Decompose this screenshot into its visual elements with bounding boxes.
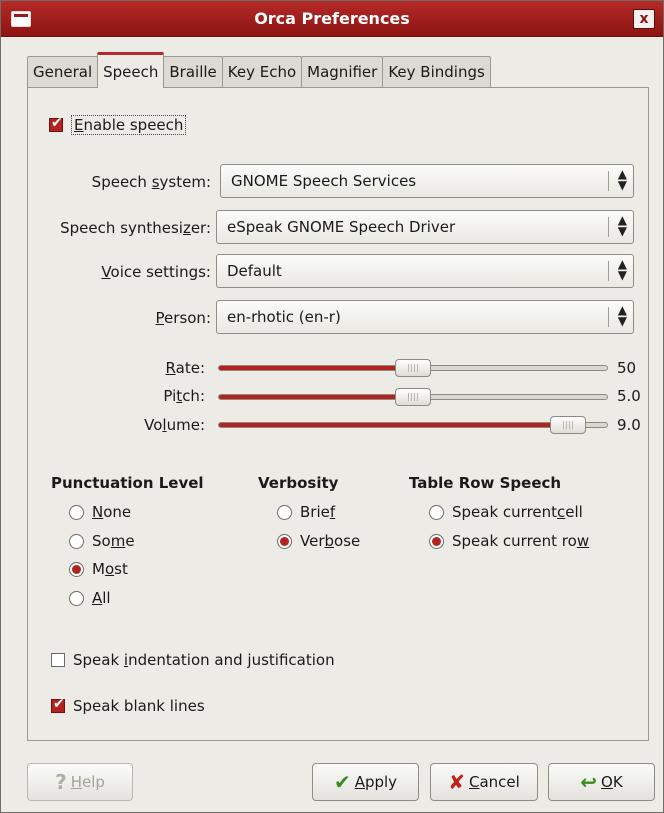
pitch-value: 5.0	[617, 387, 641, 405]
tab-key-bindings[interactable]: Key Bindings	[382, 56, 491, 88]
person-combo[interactable]: en-rhotic (en-r) ▲ ▼	[216, 300, 634, 334]
verbosity-brief-radio[interactable]: Brie f	[277, 503, 335, 521]
apply-button[interactable]: ✔ Apply	[312, 763, 419, 801]
rate-label: Rate:	[165, 359, 205, 377]
radio-indicator[interactable]	[429, 504, 444, 520]
radio-indicator[interactable]	[69, 504, 84, 520]
voice-settings-combo[interactable]: Default ▲ ▼	[216, 254, 634, 288]
combo-arrows-icon: ▲ ▼	[617, 167, 627, 192]
voice-settings-value: Default	[227, 262, 282, 280]
help-icon: ?	[55, 770, 67, 794]
help-button-label: Help	[70, 773, 105, 791]
rate-slider-handle[interactable]	[395, 359, 431, 377]
title-bar[interactable]: Orca Preferences x	[1, 1, 663, 37]
cancel-x-icon: ✘	[448, 770, 465, 794]
enable-speech-check-box[interactable]	[49, 115, 63, 132]
speak-indentation-checkbox[interactable]: Speak indentation and justification	[51, 651, 335, 669]
radio-indicator[interactable]	[277, 504, 292, 520]
combo-arrows-icon: ▲ ▼	[617, 303, 627, 328]
pitch-slider-fill	[219, 395, 413, 399]
rate-slider-fill	[219, 366, 413, 370]
combo-arrows-icon: ▲ ▼	[617, 257, 627, 282]
punctuation-some-radio[interactable]: So m e	[69, 532, 135, 550]
speech-synthesizer-label: Speech synthesizer:	[60, 219, 211, 237]
punctuation-all-radio[interactable]: All	[69, 589, 111, 607]
cancel-button[interactable]: ✘ Cancel	[430, 763, 538, 801]
speak-blank-lines-check-box[interactable]	[51, 696, 65, 713]
radio-indicator[interactable]	[429, 533, 444, 549]
tab-braille[interactable]: Braille	[163, 56, 223, 88]
apply-check-icon: ✔	[333, 770, 351, 794]
speech-synthesizer-combo[interactable]: eSpeak GNOME Speech Driver ▲ ▼	[216, 210, 634, 244]
ok-enter-icon: ↩	[580, 770, 598, 794]
apply-button-label: Apply	[354, 773, 398, 791]
tab-speech[interactable]: Speech	[97, 52, 165, 88]
volume-slider-fill	[219, 423, 569, 427]
speech-synthesizer-value: eSpeak GNOME Speech Driver	[227, 218, 456, 236]
ok-button-label: OK	[601, 773, 623, 791]
pitch-slider[interactable]	[218, 388, 608, 406]
verbosity-heading: Verbosity	[258, 474, 339, 492]
verbosity-verbose-radio[interactable]: Ver b ose	[277, 532, 360, 550]
enable-speech-checkbox[interactable]: Enable speech	[49, 115, 187, 135]
pitch-slider-handle[interactable]	[395, 388, 431, 406]
volume-slider[interactable]	[218, 416, 608, 434]
rate-value: 50	[617, 359, 637, 377]
close-button[interactable]: x	[633, 9, 655, 29]
speech-system-label: Speech system:	[91, 173, 211, 191]
volume-value: 9.0	[617, 416, 641, 434]
speak-indentation-label: Speak indentation and justification	[73, 651, 335, 669]
punctuation-none-radio[interactable]: None	[69, 503, 131, 521]
pitch-label: Pitch:	[163, 387, 205, 405]
help-button[interactable]: ? Help	[27, 763, 133, 801]
person-label: Person:	[155, 309, 211, 327]
person-value: en-rhotic (en-r)	[227, 308, 341, 326]
punctuation-level-heading: Punctuation Level	[51, 474, 204, 492]
volume-slider-handle[interactable]	[550, 416, 587, 434]
volume-label: Volume:	[144, 416, 205, 434]
tab-bar: General Speech Braille Key Echo Magnifie…	[27, 52, 491, 88]
radio-indicator[interactable]	[69, 561, 84, 577]
speak-blank-lines-checkbox[interactable]: Speak blank lines	[51, 696, 205, 715]
radio-indicator[interactable]	[69, 590, 84, 606]
speak-indentation-check-box[interactable]	[51, 653, 65, 667]
speech-system-combo[interactable]: GNOME Speech Services ▲ ▼	[220, 164, 634, 198]
radio-indicator[interactable]	[69, 533, 84, 549]
cancel-button-label: Cancel	[468, 773, 520, 791]
rate-slider[interactable]	[218, 359, 608, 377]
table-row-speech-heading: Table Row Speech	[409, 474, 562, 492]
tab-general[interactable]: General	[27, 56, 99, 88]
speak-current-cell-radio[interactable]: Speak current c ell	[429, 503, 583, 521]
enable-speech-label: Enable speech	[71, 115, 187, 135]
speak-blank-lines-label: Speak blank lines	[73, 697, 205, 715]
preferences-window: Orca Preferences x General Speech Braill…	[0, 0, 664, 813]
voice-settings-label: Voice settings:	[101, 263, 211, 281]
window-title: Orca Preferences	[254, 9, 410, 28]
radio-indicator[interactable]	[277, 533, 292, 549]
speak-current-row-radio[interactable]: Speak current ro w	[429, 532, 589, 550]
tab-magnifier[interactable]: Magnifier	[301, 56, 384, 88]
tab-key-echo[interactable]: Key Echo	[221, 56, 303, 88]
speech-system-value: GNOME Speech Services	[231, 172, 417, 190]
punctuation-most-radio[interactable]: Mo st	[69, 560, 128, 578]
combo-arrows-icon: ▲ ▼	[617, 213, 627, 238]
ok-button[interactable]: ↩ OK	[548, 763, 655, 801]
